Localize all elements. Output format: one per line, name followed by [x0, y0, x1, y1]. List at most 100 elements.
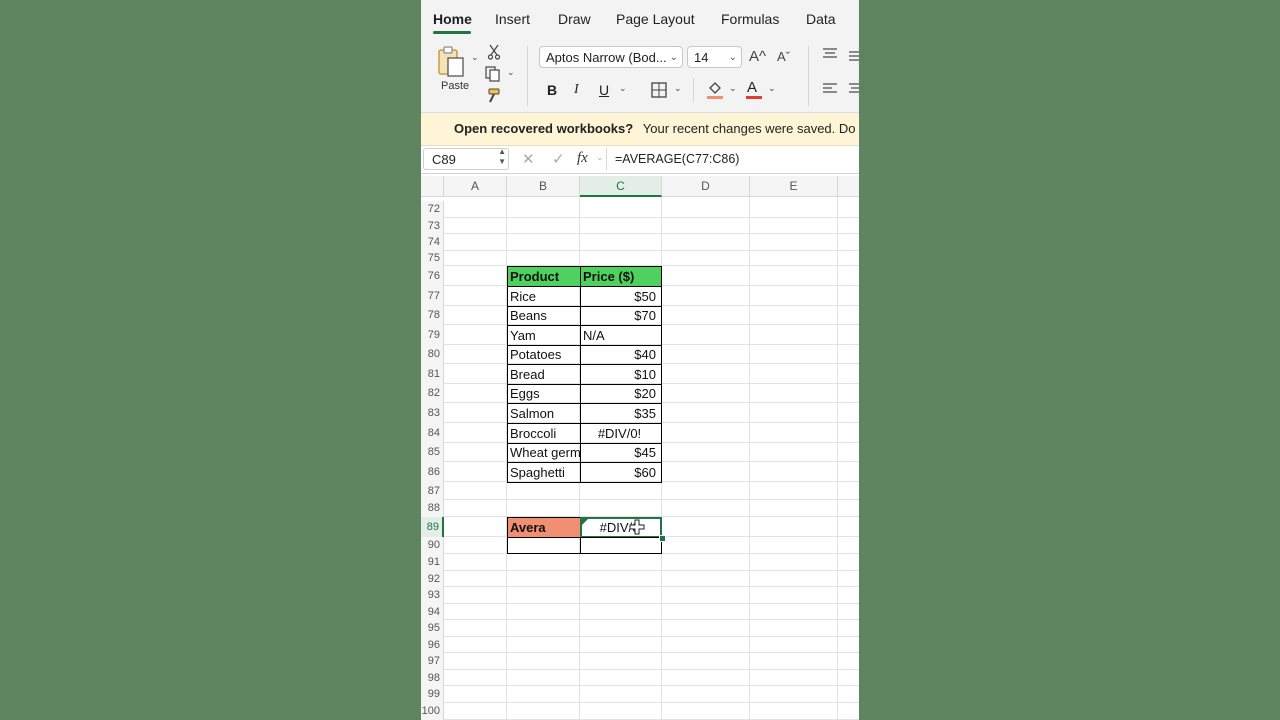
column-header-e[interactable]: E: [750, 176, 838, 197]
price-cell[interactable]: $70: [580, 306, 662, 326]
price-cell[interactable]: $35: [580, 403, 662, 424]
price-cell[interactable]: $10: [580, 364, 662, 385]
copy-icon[interactable]: [485, 66, 501, 82]
row-header-97[interactable]: 97: [421, 653, 444, 670]
column-header-a[interactable]: A: [444, 176, 507, 197]
row-header-87[interactable]: 87: [421, 482, 444, 500]
underline-options-chevron-icon[interactable]: ⌄: [619, 83, 627, 94]
column-header-c[interactable]: C: [580, 176, 662, 197]
product-cell[interactable]: Spaghetti: [507, 462, 581, 483]
empty-cell-b90[interactable]: [507, 537, 581, 554]
row-header-81[interactable]: 81: [421, 364, 444, 384]
function-chevron-icon[interactable]: ⌄: [596, 152, 604, 163]
row-header-79[interactable]: 79: [421, 325, 444, 345]
font-name-dropdown[interactable]: Aptos Narrow (Bod... ⌄: [539, 46, 683, 68]
row-header-74[interactable]: 74: [421, 234, 444, 251]
table-header-product[interactable]: Product: [507, 266, 581, 287]
fill-color-icon[interactable]: [706, 80, 724, 100]
row-header-89[interactable]: 89: [421, 517, 444, 537]
tab-draw[interactable]: Draw: [558, 11, 591, 27]
average-value-cell[interactable]: #DIV/0: [580, 517, 662, 538]
name-box[interactable]: C89 ▲ ▼: [423, 147, 509, 170]
row-header-91[interactable]: 91: [421, 554, 444, 571]
average-label-cell[interactable]: Avera: [507, 517, 581, 538]
row-header-82[interactable]: 82: [421, 384, 444, 403]
tab-insert[interactable]: Insert: [495, 11, 530, 27]
tab-formulas[interactable]: Formulas: [721, 11, 779, 27]
row-header-92[interactable]: 92: [421, 571, 444, 587]
row-header-73[interactable]: 73: [421, 218, 444, 234]
product-cell[interactable]: Rice: [507, 286, 581, 307]
price-cell[interactable]: $50: [580, 286, 662, 307]
table-header-price[interactable]: Price ($): [580, 266, 662, 287]
align-left-icon[interactable]: [822, 83, 838, 95]
align-top-icon[interactable]: [822, 48, 838, 60]
borders-icon[interactable]: [651, 82, 667, 98]
empty-cell-c90[interactable]: [580, 537, 662, 554]
row-header-75[interactable]: 75: [421, 251, 444, 266]
column-header-d[interactable]: D: [662, 176, 750, 197]
decrease-font-size-icon[interactable]: Aˇ: [777, 49, 790, 64]
tab-page-layout[interactable]: Page Layout: [616, 11, 695, 27]
product-cell[interactable]: Bread: [507, 364, 581, 385]
name-box-stepper-icon[interactable]: ▲ ▼: [498, 147, 506, 167]
tab-data[interactable]: Data: [806, 11, 836, 27]
paste-icon[interactable]: [437, 46, 465, 78]
select-all-corner[interactable]: [421, 176, 444, 197]
price-cell[interactable]: #DIV/0!: [580, 423, 662, 444]
product-cell[interactable]: Eggs: [507, 384, 581, 404]
price-cell[interactable]: $20: [580, 384, 662, 404]
row-header-96[interactable]: 96: [421, 637, 444, 653]
product-cell[interactable]: Salmon: [507, 403, 581, 424]
price-cell[interactable]: N/A: [580, 325, 662, 346]
enter-icon[interactable]: ✓: [552, 150, 565, 168]
tab-home[interactable]: Home: [433, 11, 472, 27]
row-header-99[interactable]: 99: [421, 686, 444, 703]
price-cell[interactable]: $60: [580, 462, 662, 483]
cancel-icon[interactable]: ✕: [522, 150, 535, 168]
product-cell[interactable]: Wheat germ: [507, 443, 581, 463]
cut-icon[interactable]: [487, 44, 501, 60]
font-color-chevron-icon[interactable]: ⌄: [768, 83, 776, 94]
copy-options-chevron-icon[interactable]: ⌄: [507, 67, 515, 78]
row-header-78[interactable]: 78: [421, 306, 444, 325]
row-header-72[interactable]: 72: [421, 201, 444, 218]
font-size-dropdown[interactable]: 14 ⌄: [687, 46, 742, 68]
row-header-95[interactable]: 95: [421, 620, 444, 637]
row-header-84[interactable]: 84: [421, 423, 444, 443]
row-header-88[interactable]: 88: [421, 500, 444, 517]
bold-button[interactable]: B: [547, 82, 557, 98]
insert-function-icon[interactable]: fx: [577, 150, 588, 167]
product-cell[interactable]: Beans: [507, 306, 581, 326]
row-header-80[interactable]: 80: [421, 345, 444, 364]
fill-handle[interactable]: [659, 535, 666, 542]
product-cell[interactable]: Broccoli: [507, 423, 581, 444]
price-cell[interactable]: $40: [580, 345, 662, 365]
increase-font-size-icon[interactable]: A^: [749, 48, 766, 65]
price-cell[interactable]: $45: [580, 443, 662, 463]
font-color-icon[interactable]: A: [747, 79, 757, 96]
row-header-94[interactable]: 94: [421, 604, 444, 620]
row-header-98[interactable]: 98: [421, 670, 444, 686]
row-header-100[interactable]: 100: [421, 703, 444, 720]
product-cell[interactable]: Potatoes: [507, 345, 581, 365]
align-middle-icon[interactable]: [849, 50, 859, 62]
fill-color-chevron-icon[interactable]: ⌄: [729, 83, 737, 94]
row-header-93[interactable]: 93: [421, 587, 444, 604]
row-header-83[interactable]: 83: [421, 403, 444, 423]
borders-chevron-icon[interactable]: ⌄: [674, 83, 682, 94]
column-header-b[interactable]: B: [507, 176, 580, 197]
row-header-90[interactable]: 90: [421, 537, 444, 554]
underline-button[interactable]: U: [599, 82, 609, 98]
row-header-76[interactable]: 76: [421, 266, 444, 286]
paste-options-chevron-icon[interactable]: ⌄: [471, 52, 479, 63]
align-center-icon[interactable]: [849, 83, 859, 95]
row-header-86[interactable]: 86: [421, 462, 444, 482]
italic-button[interactable]: I: [574, 82, 579, 98]
formula-input[interactable]: =AVERAGE(C77:C86): [606, 148, 858, 170]
column-header-f[interactable]: [838, 176, 859, 197]
row-header-77[interactable]: 77: [421, 286, 444, 306]
product-cell[interactable]: Yam: [507, 325, 581, 346]
row-header-85[interactable]: 85: [421, 443, 444, 462]
format-painter-icon[interactable]: [485, 88, 501, 104]
